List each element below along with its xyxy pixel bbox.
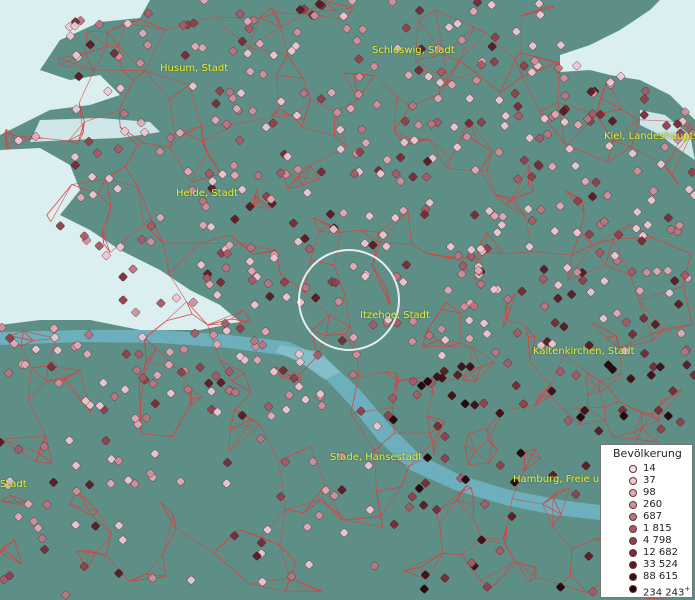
legend-label: 4 798: [643, 535, 672, 546]
legend-label: 687: [643, 511, 663, 522]
place-label-stade[interactable]: Stade, Hansestadt: [330, 452, 422, 463]
legend-label: 98: [643, 487, 656, 498]
legend-label: 1 815: [643, 523, 672, 534]
legend-item: 14: [601, 463, 694, 475]
legend-swatch: [629, 537, 637, 545]
legend-swatch: [629, 561, 637, 569]
legend-item: 260: [601, 499, 694, 511]
legend-item: 234 243+: [601, 583, 694, 598]
legend-label: 12 682: [643, 547, 678, 558]
legend-item: 98: [601, 487, 694, 499]
legend-item: 12 682: [601, 547, 694, 559]
place-label-husum[interactable]: Husum, Stadt: [160, 63, 228, 74]
place-label-stadt-west[interactable]: Stadt: [0, 479, 27, 490]
place-label-heide[interactable]: Heide, Stadt: [176, 188, 238, 199]
legend-label: 37: [643, 475, 656, 486]
boundary-line: [604, 406, 606, 421]
legend-label: 234 243+: [643, 585, 691, 599]
legend-item: 4 798: [601, 535, 694, 547]
population-legend: Bevölkerung 14 37 98 260 687 1 815 4 798 12 682…: [600, 444, 693, 598]
legend-swatch: [629, 477, 637, 485]
legend-swatch: [629, 585, 637, 593]
legend-label: 33 524: [643, 559, 678, 570]
legend-swatch: [629, 525, 637, 533]
boundary-line: [459, 312, 461, 344]
legend-item: 37: [601, 475, 694, 487]
legend-item: 88 615: [601, 571, 694, 583]
map-canvas[interactable]: [0, 0, 695, 600]
legend-swatch: [629, 513, 637, 521]
place-label-kiel[interactable]: Kiel, Landeshaupts: [604, 131, 695, 142]
legend-label: 260: [643, 499, 663, 510]
place-label-schleswig[interactable]: Schleswig, Stadt: [372, 45, 455, 56]
legend-item: 687: [601, 511, 694, 523]
place-label-itzehoe[interactable]: Itzehoe, Stadt: [360, 310, 430, 321]
place-label-hamburg[interactable]: Hamburg, Freie u: [513, 474, 599, 485]
legend-swatch: [629, 489, 637, 497]
legend-label: 14: [643, 463, 656, 474]
legend-title: Bevölkerung: [613, 447, 682, 460]
legend-swatch: [629, 465, 637, 473]
legend-item: 1 815: [601, 523, 694, 535]
legend-swatch: [629, 573, 637, 581]
legend-swatch: [629, 501, 637, 509]
legend-plus-suffix: +: [684, 585, 691, 593]
legend-swatch: [629, 549, 637, 557]
legend-label: 88 615: [643, 571, 678, 582]
legend-item: 33 524: [601, 559, 694, 571]
place-label-kaltenkirchen[interactable]: Kaltenkirchen, Stadt: [533, 346, 635, 357]
